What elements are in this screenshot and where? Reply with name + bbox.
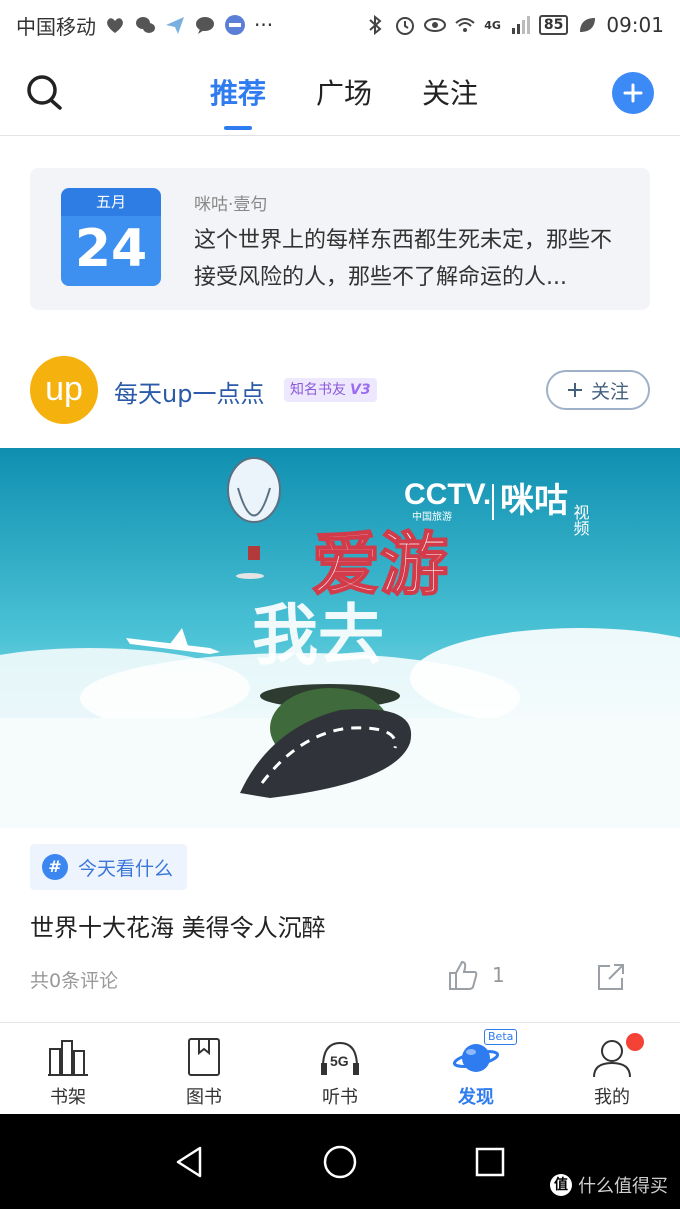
tab-square[interactable]: 广场	[316, 68, 372, 116]
tab-following[interactable]: 关注	[422, 68, 478, 116]
post-title[interactable]: 世界十大花海 美得令人沉醉	[30, 908, 326, 943]
message-icon	[196, 17, 214, 34]
back-icon[interactable]	[170, 1142, 210, 1182]
quote-text: 这个世界上的每样东西都生死未定，那些不接受风险的人，那些不了解命运的人...	[194, 228, 613, 290]
like-button[interactable]: 1	[446, 958, 505, 992]
calendar-month: 五月	[61, 188, 161, 216]
hashtag-icon: #	[42, 854, 68, 880]
daily-quote-card[interactable]: 五月 24 咪咕·壹句 这个世界上的每样东西都生死未定，那些不接受风险的人，那些…	[30, 168, 650, 310]
feed-tabs: 推荐 广场 关注	[8, 68, 680, 130]
bookshelf-icon	[48, 1040, 88, 1076]
leaf-icon	[580, 18, 596, 32]
badge-label: 知名书友	[290, 382, 346, 398]
top-navigation: 推荐 广场 关注	[0, 50, 680, 136]
plus-icon	[623, 83, 643, 103]
wechat-icon	[136, 17, 155, 33]
tab-audiobook-label: 听书	[322, 1087, 358, 1108]
author-badge: 知名书友 V3	[284, 378, 377, 402]
tab-bookshelf[interactable]: 书架	[0, 1023, 136, 1115]
tab-profile[interactable]: 我的	[544, 1023, 680, 1115]
post-author-row: up 每天up一点点 知名书友 V3 关注	[30, 356, 650, 426]
tab-audiobook[interactable]: 5G 听书	[272, 1023, 408, 1115]
status-bar: 中国移动 ··· 4G 85 09:01	[0, 0, 680, 50]
hero-title-line1: 爱游	[312, 526, 448, 605]
topic-label: 今天看什么	[78, 857, 174, 880]
bottom-tab-bar: 书架 图书 5G 听书 Beta 发现 我的	[0, 1022, 680, 1115]
signal-icon	[511, 16, 530, 34]
tab-books-label: 图书	[186, 1087, 222, 1108]
beta-badge: Beta	[484, 1029, 518, 1045]
plus-icon	[567, 383, 582, 397]
hero-brand-video: 视频	[571, 504, 590, 536]
share-icon[interactable]	[594, 960, 628, 994]
hero-brand-cctv-sub: 中国旅游	[412, 510, 452, 523]
wifi-icon	[455, 18, 475, 32]
alarm-icon	[396, 17, 415, 35]
health-icon	[107, 18, 123, 33]
5g-headphones-icon: 5G	[321, 1041, 359, 1075]
watermark-text: 什么值得买	[578, 1176, 668, 1197]
comment-count[interactable]: 共0条评论	[30, 966, 118, 993]
hero-title-line2: 我去	[252, 597, 384, 674]
app-notification-icon	[225, 15, 245, 35]
system-navigation-bar: 值 什么值得买	[0, 1114, 680, 1209]
topic-tag[interactable]: # 今天看什么	[30, 844, 188, 890]
bluetooth-icon	[369, 14, 382, 36]
svg-text:5G: 5G	[330, 1053, 349, 1069]
watermark: 值 什么值得买	[550, 1172, 668, 1198]
more-notifications-icon: ···	[254, 13, 274, 37]
battery-level: 85	[538, 15, 569, 35]
tab-profile-label: 我的	[594, 1087, 630, 1108]
create-post-button[interactable]	[612, 72, 654, 114]
carrier-label: 中国移动	[16, 14, 96, 39]
clock-label: 09:01	[606, 13, 664, 37]
thumbs-up-icon	[449, 960, 478, 990]
hero-brand-cctv: CCTV.	[404, 478, 491, 511]
tab-bookshelf-label: 书架	[50, 1087, 86, 1108]
home-icon[interactable]	[320, 1142, 360, 1182]
eye-icon	[424, 18, 447, 32]
hero-brand-migu: 咪咕	[500, 481, 568, 521]
author-name[interactable]: 每天up一点点	[114, 374, 264, 409]
paper-plane-icon	[166, 17, 184, 34]
tab-discover-label: 发现	[458, 1087, 494, 1108]
calendar-icon: 五月 24	[61, 188, 161, 286]
recents-icon[interactable]	[470, 1142, 510, 1182]
watermark-logo-icon: 值	[550, 1174, 572, 1196]
post-cover-image[interactable]: CCTV. 中国旅游 咪咕 视频 爱游 我去	[0, 448, 680, 828]
tab-books[interactable]: 图书	[136, 1023, 272, 1115]
notification-dot	[626, 1033, 644, 1051]
network-type-label: 4G	[484, 18, 501, 32]
book-icon	[188, 1038, 220, 1076]
follow-button[interactable]: 关注	[546, 370, 650, 410]
avatar[interactable]: up	[30, 356, 98, 424]
tab-discover[interactable]: Beta 发现	[408, 1023, 544, 1115]
calendar-day: 24	[61, 216, 161, 286]
quote-source: 咪咕·壹句	[194, 195, 268, 215]
badge-level: V3	[350, 382, 371, 398]
follow-label: 关注	[590, 380, 629, 403]
like-count: 1	[492, 963, 505, 987]
tab-recommend[interactable]: 推荐	[210, 68, 266, 130]
